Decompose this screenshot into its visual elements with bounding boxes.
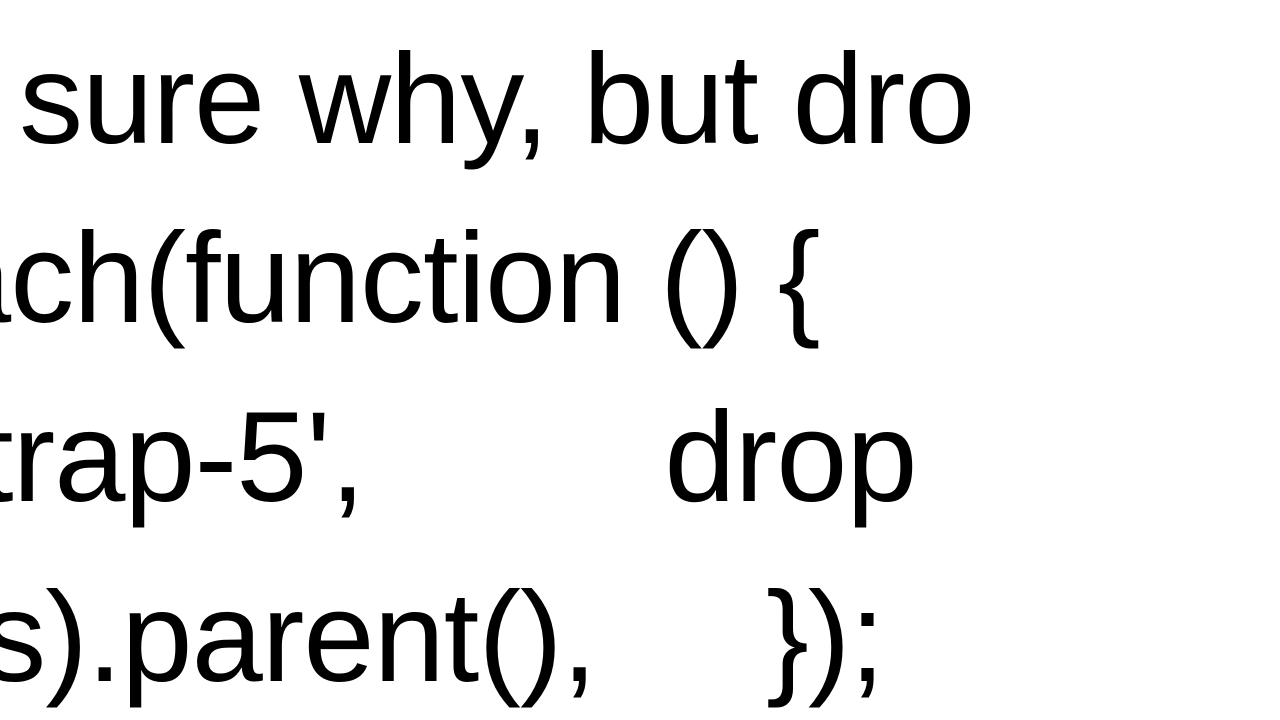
text-fragment-3b: drop (664, 386, 916, 529)
text-fragment-3a: strap-5', (0, 386, 364, 529)
text-line-1: t sure why, but dro (0, 10, 1280, 189)
text-line-3: strap-5', drop (0, 368, 1280, 547)
text-line-2: ach(function () { (0, 189, 1280, 368)
text-fragment-4a: this).parent(), (0, 566, 596, 709)
cropped-code-text: t sure why, but dro ach(function () { st… (0, 0, 1280, 720)
text-line-4: this).parent(),}); (0, 548, 1280, 720)
text-fragment-4b: }); (766, 566, 884, 709)
